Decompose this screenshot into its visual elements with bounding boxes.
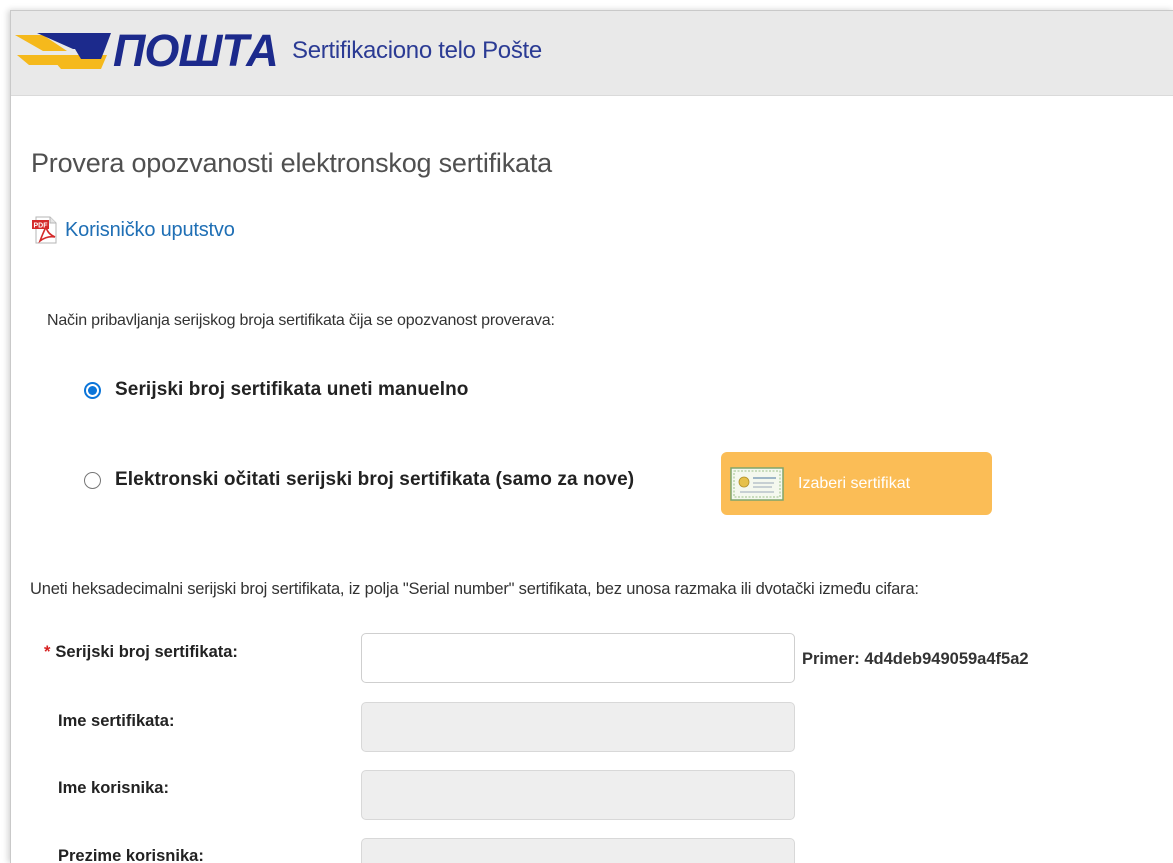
certificate-name-input: [361, 702, 795, 752]
first-name-input: [361, 770, 795, 820]
last-name-input: [361, 838, 795, 863]
serial-number-label-text: Serijski broj sertifikata:: [55, 643, 238, 661]
serial-format-hint: Uneti heksadecimalni serijski broj serti…: [30, 580, 919, 598]
site-header: ПОШТА Sertifikaciono telo Pošte: [11, 11, 1173, 96]
serial-number-label: * Serijski broj sertifikata:: [44, 643, 238, 662]
site-title: Sertifikaciono telo Pošte: [292, 37, 542, 64]
posta-logo[interactable]: ПОШТА: [15, 25, 279, 77]
electronic-read-option[interactable]: Elektronski očitati serijski broj sertif…: [84, 469, 634, 491]
manual-entry-radio[interactable]: [84, 381, 101, 399]
certificate-name-label: Ime sertifikata:: [58, 712, 175, 730]
user-manual-label: Korisničko uputstvo: [65, 218, 235, 241]
pdf-icon: PDF: [32, 216, 57, 244]
serial-example: Primer: 4d4deb949059a4f5a2: [802, 650, 1029, 668]
page-title: Provera opozvanosti elektronskog sertifi…: [31, 148, 552, 178]
choose-certificate-button[interactable]: Izaberi sertifikat: [721, 452, 992, 515]
last-name-label: Prezime korisnika:: [58, 847, 204, 863]
first-name-label: Ime korisnika:: [58, 779, 169, 797]
manual-entry-option[interactable]: Serijski broj sertifikata uneti manuelno: [84, 379, 469, 401]
manual-entry-label[interactable]: Serijski broj sertifikata uneti manuelno: [115, 379, 469, 401]
electronic-read-radio[interactable]: [84, 471, 101, 489]
electronic-read-label[interactable]: Elektronski očitati serijski broj sertif…: [115, 469, 634, 491]
choose-certificate-label: Izaberi sertifikat: [798, 474, 911, 492]
required-asterisk: *: [44, 643, 51, 661]
user-manual-link[interactable]: PDF Korisničko uputstvo: [31, 215, 235, 245]
serial-number-input[interactable]: [361, 633, 795, 683]
acquisition-method-text: Način pribavljanja serijskog broja serti…: [47, 312, 555, 329]
logo-text: ПОШТА: [113, 25, 279, 76]
logo-emblem-icon: [15, 33, 111, 69]
certificate-icon: [730, 466, 784, 501]
page-frame: ПОШТА Sertifikaciono telo Pošte Provera …: [10, 10, 1173, 863]
